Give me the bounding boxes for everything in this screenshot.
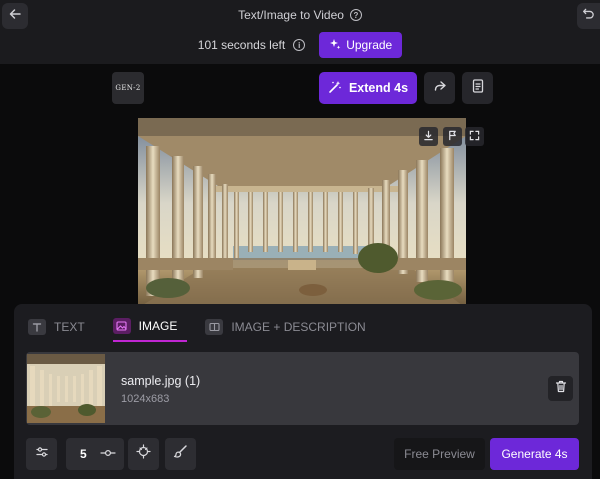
extend-label: Extend 4s bbox=[348, 81, 409, 95]
tab-image-description-label: IMAGE + DESCRIPTION bbox=[231, 320, 366, 334]
uploaded-file-card: sample.jpg (1) 1024x683 bbox=[26, 352, 579, 425]
brush-button[interactable] bbox=[165, 438, 196, 470]
colonnade-scene-image bbox=[138, 118, 466, 308]
text-icon bbox=[28, 319, 46, 335]
file-dimensions: 1024x683 bbox=[121, 393, 170, 405]
tab-image-label: IMAGE bbox=[138, 319, 178, 333]
notes-button[interactable] bbox=[462, 72, 493, 104]
trash-icon bbox=[555, 380, 567, 398]
video-preview[interactable] bbox=[138, 118, 466, 308]
extend-button[interactable]: Extend 4s bbox=[319, 72, 417, 104]
motion-slider-icon bbox=[100, 447, 116, 462]
duration-stepper[interactable]: 5 bbox=[66, 438, 124, 470]
file-name: sample.jpg (1) bbox=[121, 374, 201, 388]
model-badge: GEN-2 bbox=[112, 72, 144, 104]
tab-text[interactable]: TEXT bbox=[28, 312, 95, 342]
upgrade-label: Upgrade bbox=[346, 38, 393, 52]
share-button[interactable] bbox=[424, 72, 455, 104]
tab-image[interactable]: IMAGE bbox=[112, 312, 188, 342]
expand-icon bbox=[469, 128, 480, 146]
credits-row: 101 seconds left i Upgrade bbox=[0, 32, 600, 58]
settings-button[interactable] bbox=[26, 438, 57, 470]
input-mode-tabs: TEXT IMAGE IMAGE + DESCRIPTION bbox=[28, 312, 394, 342]
file-thumbnail bbox=[27, 354, 105, 423]
page-title: Text/Image to Video bbox=[238, 8, 344, 22]
flag-icon bbox=[447, 128, 458, 146]
tab-image-description[interactable]: IMAGE + DESCRIPTION bbox=[205, 312, 375, 342]
free-preview-button[interactable]: Free Preview bbox=[394, 438, 485, 470]
share-arrow-icon bbox=[433, 79, 447, 98]
info-circle-icon[interactable]: i bbox=[293, 39, 306, 51]
sparkle-icon bbox=[329, 38, 341, 53]
image-text-icon bbox=[205, 319, 224, 335]
sliders-icon bbox=[35, 445, 49, 464]
fullscreen-button[interactable] bbox=[465, 127, 484, 146]
seconds-left-text: 101 seconds left bbox=[197, 38, 286, 52]
input-panel: TEXT IMAGE IMAGE + DESCRIPTION sample.jp… bbox=[14, 304, 592, 479]
tab-text-label: TEXT bbox=[54, 320, 85, 334]
magic-wand-icon bbox=[328, 80, 342, 97]
download-button[interactable] bbox=[419, 127, 438, 146]
duration-value: 5 bbox=[80, 447, 87, 461]
flag-button[interactable] bbox=[443, 127, 462, 146]
question-circle-icon[interactable]: ? bbox=[349, 9, 362, 21]
camera-motion-button[interactable] bbox=[128, 438, 159, 470]
brush-icon bbox=[173, 444, 188, 464]
generate-button[interactable]: Generate 4s bbox=[490, 438, 579, 470]
upgrade-button[interactable]: Upgrade bbox=[319, 32, 403, 58]
document-icon bbox=[472, 78, 484, 98]
camera-motion-icon bbox=[136, 444, 151, 464]
page-title-row: Text/Image to Video ? bbox=[0, 8, 600, 22]
delete-file-button[interactable] bbox=[548, 376, 573, 401]
download-icon bbox=[423, 128, 434, 146]
image-icon bbox=[112, 318, 131, 334]
